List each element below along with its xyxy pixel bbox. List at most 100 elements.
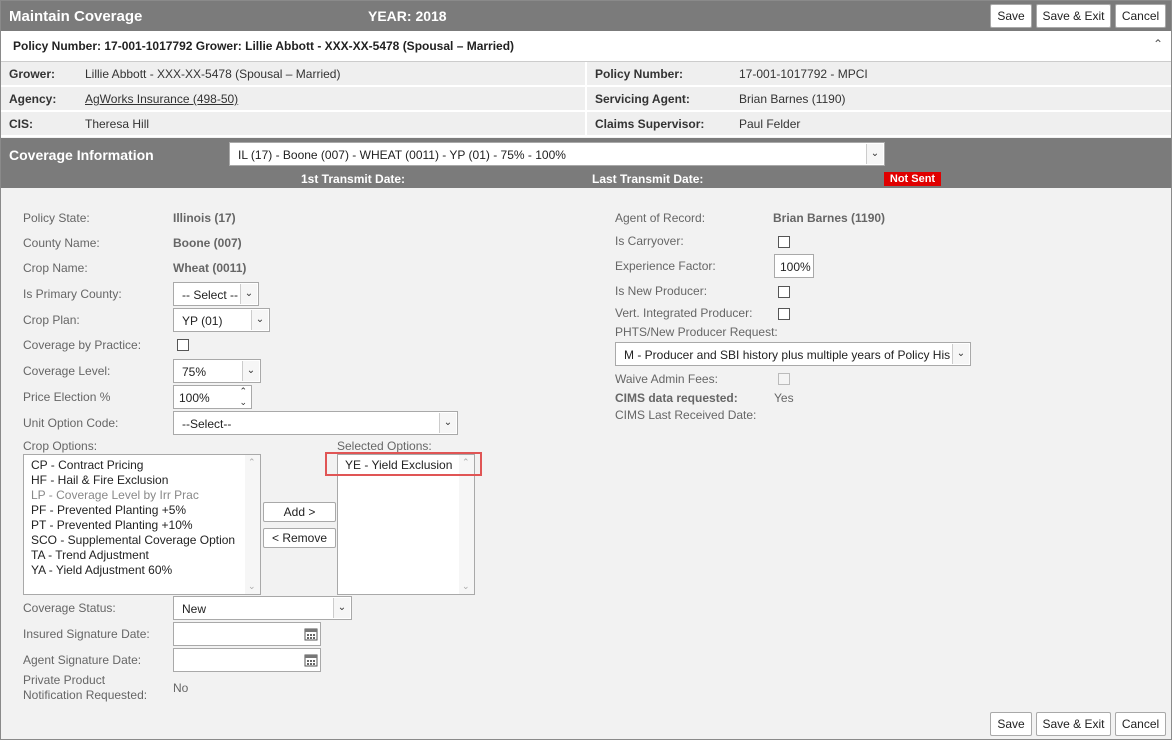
- list-item[interactable]: PT - Prevented Planting +10%: [31, 518, 193, 532]
- cims-last-received-label: CIMS Last Received Date:: [615, 408, 757, 422]
- list-item[interactable]: CP - Contract Pricing: [31, 458, 143, 472]
- scroll-down-icon[interactable]: ⌄: [462, 581, 470, 592]
- crop-options-list[interactable]: CP - Contract Pricing HF - Hail & Fire E…: [23, 454, 261, 595]
- maintain-coverage-window: Maintain Coverage YEAR: 2018 Save Save &…: [0, 0, 1172, 740]
- experience-factor-value: 100%: [780, 260, 811, 274]
- agency-label: Agency:: [9, 92, 57, 106]
- coverage-status-value: New: [182, 602, 207, 616]
- waive-admin-checkbox: [778, 373, 790, 385]
- new-producer-checkbox[interactable]: [778, 286, 790, 298]
- agent-signature-date-input[interactable]: [173, 648, 321, 672]
- cancel-button-top[interactable]: Cancel: [1115, 4, 1166, 28]
- vert-integrated-checkbox[interactable]: [778, 308, 790, 320]
- save-exit-button-bottom[interactable]: Save & Exit: [1036, 712, 1111, 736]
- policy-info-grid: Grower: Lillie Abbott - XXX-XX-5478 (Spo…: [1, 62, 1171, 137]
- calendar-icon[interactable]: [304, 653, 318, 667]
- chevron-down-icon: ⌄: [251, 310, 268, 330]
- phts-select[interactable]: M - Producer and SBI history plus multip…: [615, 342, 971, 366]
- waive-admin-label: Waive Admin Fees:: [615, 372, 718, 386]
- experience-factor-label: Experience Factor:: [615, 259, 716, 273]
- chevron-down-icon: ⌄: [240, 284, 257, 304]
- save-button-top[interactable]: Save: [990, 4, 1032, 28]
- list-item[interactable]: HF - Hail & Fire Exclusion: [31, 473, 168, 487]
- grower-row: Grower: Lillie Abbott - XXX-XX-5478 (Spo…: [1, 62, 585, 86]
- private-product-label-line2: Notification Requested:: [23, 688, 148, 702]
- chevron-up-icon[interactable]: ⌃: [1153, 37, 1163, 51]
- policy-number-label: Policy Number:: [595, 67, 684, 81]
- cims-requested-label: CIMS data requested:: [615, 391, 738, 405]
- price-election-stepper[interactable]: 100% ⌃ ⌄: [173, 385, 252, 409]
- selection-highlight: [325, 452, 482, 476]
- coverage-info-title: Coverage Information: [9, 147, 154, 163]
- list-item[interactable]: TA - Trend Adjustment: [31, 548, 149, 562]
- unit-option-value: --Select--: [182, 417, 232, 431]
- chevron-down-icon: ⌄: [439, 413, 456, 433]
- scroll-up-icon[interactable]: ⌃: [248, 457, 256, 468]
- carryover-label: Is Carryover:: [615, 234, 684, 248]
- save-button-bottom[interactable]: Save: [990, 712, 1032, 736]
- claims-supervisor-value: Paul Felder: [739, 117, 801, 131]
- servicing-agent-label: Servicing Agent:: [595, 92, 690, 106]
- agent-signature-label: Agent Signature Date:: [23, 653, 142, 667]
- private-product-value: No: [173, 681, 189, 695]
- county-name-value: Boone (007): [173, 236, 242, 250]
- new-producer-label: Is New Producer:: [615, 284, 708, 298]
- agency-row: Agency: AgWorks Insurance (498-50): [1, 87, 585, 111]
- unit-option-select[interactable]: --Select-- ⌄: [173, 411, 458, 435]
- status-badge: Not Sent: [884, 172, 941, 186]
- coverage-level-select[interactable]: 75% ⌄: [173, 359, 261, 383]
- selected-options-label: Selected Options:: [337, 439, 432, 453]
- agent-of-record-value: Brian Barnes (1190): [773, 211, 886, 225]
- scrollbar[interactable]: ⌃ ⌄: [245, 455, 260, 594]
- coverage-info-header: Coverage Information IL (17) - Boone (00…: [1, 138, 1171, 188]
- primary-county-value: -- Select --: [182, 288, 239, 302]
- carryover-checkbox[interactable]: [778, 236, 790, 248]
- add-option-button[interactable]: Add >: [263, 502, 336, 522]
- unit-option-label: Unit Option Code:: [23, 416, 119, 430]
- price-election-label: Price Election %: [23, 390, 111, 404]
- first-transmit-label: 1st Transmit Date:: [301, 172, 406, 186]
- vert-integrated-label: Vert. Integrated Producer:: [615, 306, 753, 320]
- crop-plan-select[interactable]: YP (01) ⌄: [173, 308, 270, 332]
- primary-county-select[interactable]: -- Select -- ⌄: [173, 282, 259, 306]
- coverage-select-value: IL (17) - Boone (007) - WHEAT (0011) - Y…: [238, 148, 566, 162]
- list-item[interactable]: YA - Yield Adjustment 60%: [31, 563, 172, 577]
- list-item[interactable]: SCO - Supplemental Coverage Option: [31, 533, 235, 547]
- policy-state-value: Illinois (17): [173, 211, 236, 225]
- servicing-agent-row: Servicing Agent: Brian Barnes (1190): [587, 87, 1171, 111]
- cancel-button-bottom[interactable]: Cancel: [1115, 712, 1166, 736]
- insured-signature-label: Insured Signature Date:: [23, 627, 150, 641]
- cims-requested-value: Yes: [774, 391, 794, 405]
- crop-name-label: Crop Name:: [23, 261, 88, 275]
- insured-signature-date-input[interactable]: [173, 622, 321, 646]
- agent-of-record-label: Agent of Record:: [615, 211, 706, 225]
- list-item: LP - Coverage Level by Irr Prac: [31, 488, 199, 502]
- cis-label: CIS:: [9, 117, 33, 131]
- coverage-status-select[interactable]: New ⌄: [173, 596, 352, 620]
- scroll-down-icon[interactable]: ⌄: [248, 581, 256, 592]
- save-exit-button-top[interactable]: Save & Exit: [1036, 4, 1111, 28]
- agency-link[interactable]: AgWorks Insurance (498-50): [85, 92, 238, 106]
- cis-value: Theresa Hill: [85, 117, 150, 131]
- remove-option-button[interactable]: < Remove: [263, 528, 336, 548]
- calendar-icon[interactable]: [304, 627, 318, 641]
- experience-factor-input[interactable]: 100%: [774, 254, 814, 278]
- phts-value: M - Producer and SBI history plus multip…: [624, 348, 950, 362]
- coverage-by-practice-checkbox[interactable]: [177, 339, 189, 351]
- coverage-level-label: Coverage Level:: [23, 364, 111, 378]
- phts-label: PHTS/New Producer Request:: [615, 325, 778, 339]
- private-product-label-line1: Private Product: [23, 673, 106, 687]
- crop-name-value: Wheat (0011): [173, 261, 247, 275]
- coverage-level-value: 75%: [182, 365, 207, 379]
- chevron-down-icon: ⌄: [242, 361, 259, 381]
- stepper-arrows-icon[interactable]: ⌃ ⌄: [239, 386, 247, 408]
- coverage-select[interactable]: IL (17) - Boone (007) - WHEAT (0011) - Y…: [229, 142, 885, 166]
- list-item[interactable]: PF - Prevented Planting +5%: [31, 503, 186, 517]
- claims-supervisor-label: Claims Supervisor:: [595, 117, 705, 131]
- chevron-down-icon: ⌄: [333, 598, 350, 618]
- policy-number-value: 17-001-1017792 - MPCI: [739, 67, 868, 81]
- cis-row: CIS: Theresa Hill: [1, 112, 585, 136]
- policy-number-row: Policy Number: 17-001-1017792 - MPCI: [587, 62, 1171, 86]
- policy-summary-bar[interactable]: Policy Number: 17-001-1017792 Grower: Li…: [1, 31, 1171, 62]
- crop-options-label: Crop Options:: [23, 439, 98, 453]
